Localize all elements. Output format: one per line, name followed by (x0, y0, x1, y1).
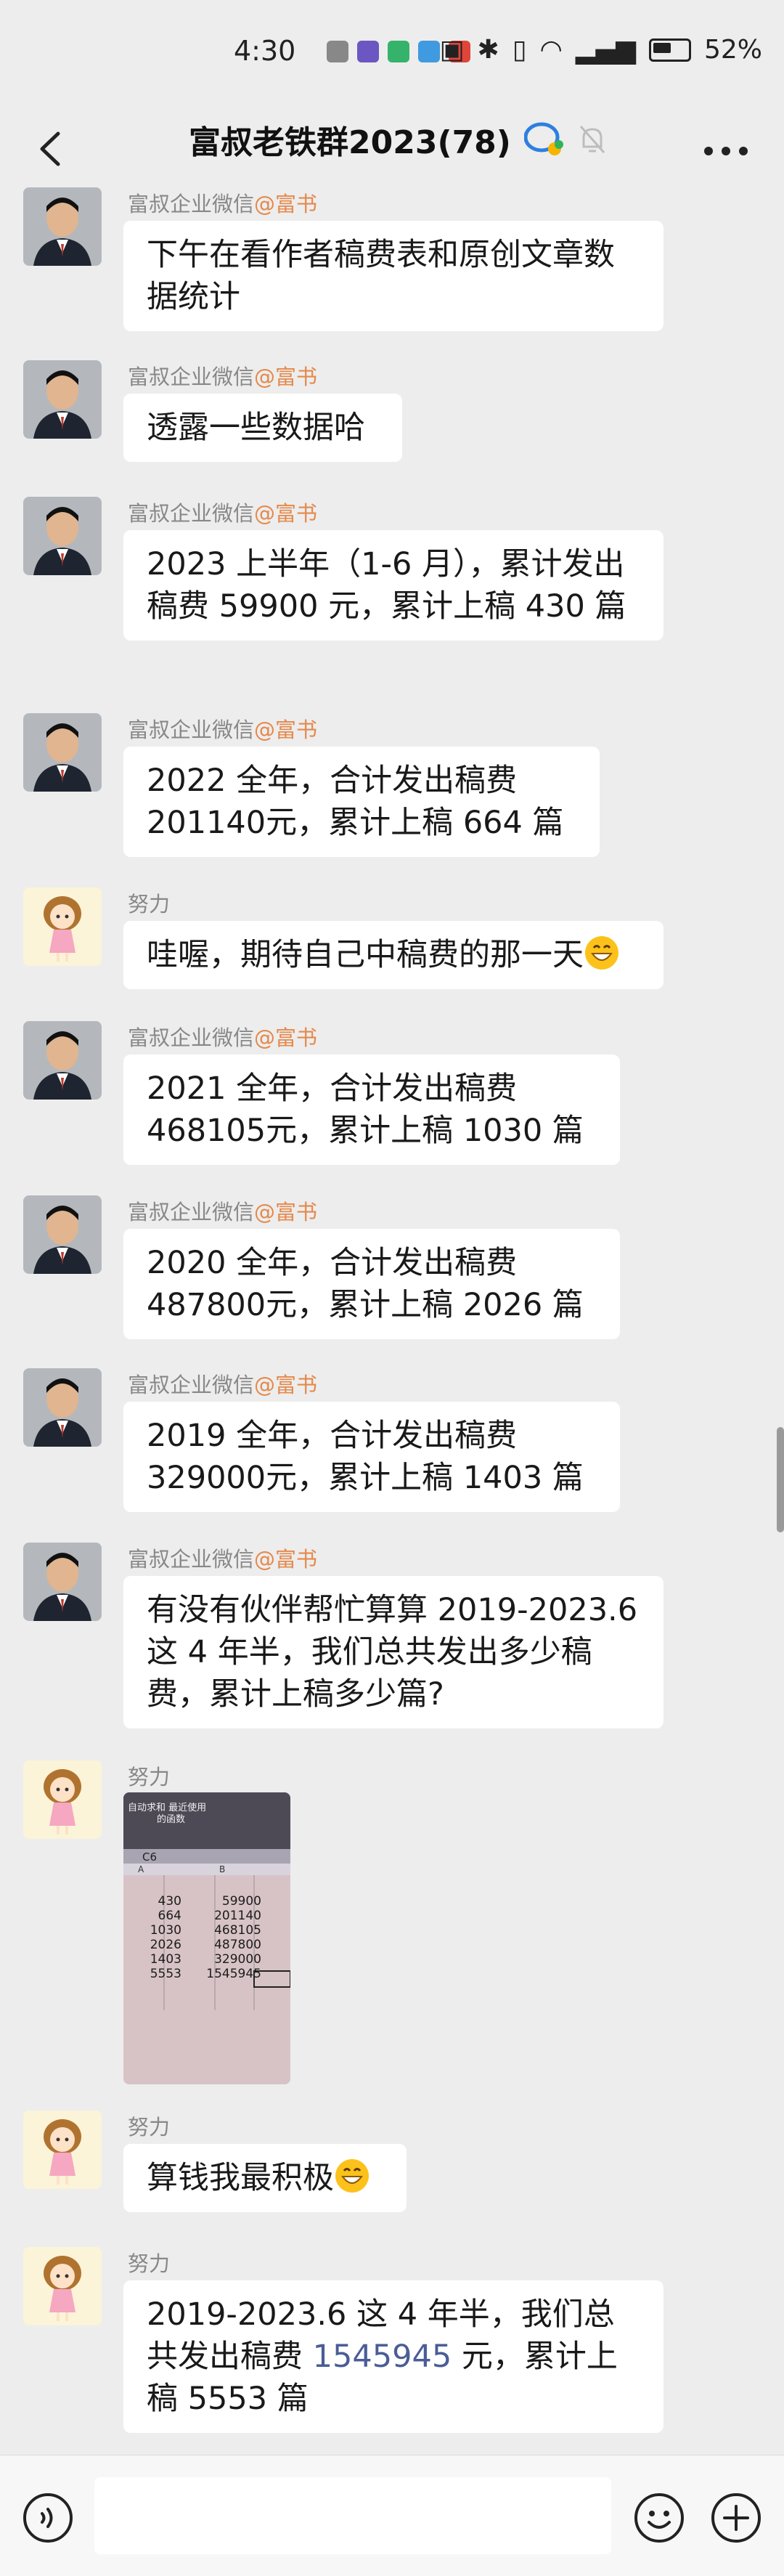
message-bubble[interactable]: 下午在看作者稿费表和原创文章数据统计 (123, 221, 663, 331)
notification-app-icon (327, 41, 348, 62)
sender-name: 富叔企业微信@富书 (128, 501, 318, 526)
more-options-icon[interactable] (697, 129, 755, 173)
avatar-fushu[interactable] (23, 1021, 102, 1100)
back-arrow-icon[interactable] (26, 123, 77, 174)
sender-name: 努力 (128, 892, 171, 917)
sheet-row: 430 59900 (158, 1894, 261, 1909)
sheet-row: 664 201140 (158, 1909, 261, 1923)
input-bar (0, 2455, 784, 2576)
grin-emoji-icon (335, 2159, 369, 2193)
system-indicators: ▣ ✱ ▯ ◠ ▂▄▆ 52% (440, 35, 763, 65)
chat-title: 富叔老铁群2023(78) (189, 124, 511, 161)
message-bubble[interactable]: 算钱我最积极 (123, 2144, 407, 2212)
sender-name: 努力 (128, 2115, 171, 2140)
vibrate-icon: ▯ (512, 35, 527, 65)
message-input[interactable] (94, 2477, 611, 2554)
sheet-row: 1403 329000 (150, 1952, 261, 1967)
message-bubble[interactable]: 2019 全年，合计发出稿费 329000元，累计上稿 1403 篇 (123, 1402, 620, 1512)
message-bubble[interactable]: 2023 上半年（1-6 月），累计发出稿费 59900 元，累计上稿 430 … (123, 530, 663, 641)
status-time: 4:30 (234, 35, 296, 67)
avatar-nuli[interactable] (23, 1760, 102, 1839)
bluetooth-icon: ✱ (477, 35, 499, 65)
sheet-row: 2026 487800 (150, 1938, 261, 1952)
status-bar: 4:30 ▣ ✱ ▯ ◠ ▂▄▆ 52% (0, 0, 784, 107)
avatar-fushu[interactable] (23, 1543, 102, 1621)
toolbar-labels: 自动求和 最近使用 的函数 (128, 1803, 207, 1825)
message-bubble[interactable]: 2019-2023.6 这 4 年半，我们总共发出稿费 1545945 元，累计… (123, 2280, 663, 2433)
message-bubble[interactable]: 透露一些数据哈 (123, 394, 402, 462)
message-bubble[interactable]: 2021 全年，合计发出稿费 468105元，累计上稿 1030 篇 (123, 1055, 620, 1165)
sender-name: 富叔企业微信@富书 (128, 1200, 318, 1224)
avatar-fushu[interactable] (23, 1195, 102, 1274)
avatar-fushu[interactable] (23, 360, 102, 439)
battery-percent: 52% (703, 35, 762, 65)
sender-name: 富叔企业微信@富书 (128, 718, 318, 742)
chat-title-group: 富叔老铁群2023(78) (189, 116, 607, 163)
sheet-row: 1030 468105 (150, 1923, 261, 1938)
scrollbar[interactable] (777, 1427, 784, 1532)
avatar-nuli[interactable] (23, 2247, 102, 2325)
notification-app-icon (388, 41, 409, 62)
sender-name: 富叔企业微信@富书 (128, 365, 318, 389)
sheet-row: 5553 1545945 (150, 1967, 261, 1981)
nfc-icon: ▣ (439, 35, 465, 65)
avatar-nuli[interactable] (23, 2110, 102, 2189)
notification-app-icon (418, 41, 440, 62)
voice-input-icon[interactable] (22, 2492, 74, 2544)
message-bubble[interactable]: 2020 全年，合计发出稿费 487800元，累计上稿 2026 篇 (123, 1229, 620, 1339)
message-bubble[interactable]: 有没有伙伴帮忙算算 2019-2023.6 这 4 年半，我们总共发出多少稿费，… (123, 1576, 663, 1728)
plus-icon[interactable] (710, 2492, 762, 2544)
sender-name: 富叔企业微信@富书 (128, 1025, 318, 1050)
avatar-fushu[interactable] (23, 187, 102, 266)
column-header-b: B (219, 1864, 226, 1874)
grin-emoji-icon (585, 936, 618, 970)
avatar-fushu[interactable] (23, 713, 102, 792)
signal-icon: ▂▄▆ (575, 35, 636, 65)
sender-name: 富叔企业微信@富书 (128, 192, 318, 216)
sender-name: 努力 (128, 2251, 171, 2276)
battery-icon (648, 38, 691, 62)
sheet-rows: 430 59900 664 201140 1030 468105 2026 487800… (123, 1894, 290, 1981)
spreadsheet-photo[interactable]: 自动求和 最近使用 的函数 C6 A B 430 59900 664 201140 1… (123, 1792, 290, 2084)
sender-name: 富叔企业微信@富书 (128, 1373, 318, 1397)
message-bubble[interactable]: 哇喔，期待自己中稿费的那一天 (123, 921, 663, 989)
message-bubble[interactable]: 2022 全年，合计发出稿费 201140元，累计上稿 664 篇 (123, 747, 600, 857)
chat-header: 富叔老铁群2023(78) (0, 107, 784, 195)
mute-bell-icon (579, 126, 605, 153)
avatar-nuli[interactable] (23, 887, 102, 966)
sender-name: 富叔企业微信@富书 (128, 1547, 318, 1572)
wifi-icon: ◠ (539, 35, 563, 65)
cell-reference: C6 (142, 1850, 158, 1864)
amount-highlight: 1545945 (312, 2339, 452, 2375)
sender-name: 努力 (128, 1765, 171, 1789)
column-header-a: A (138, 1864, 144, 1874)
notification-app-icon (357, 41, 379, 62)
wecom-icon (523, 122, 563, 155)
avatar-fushu[interactable] (23, 1368, 102, 1447)
avatar-fushu[interactable] (23, 497, 102, 575)
emoji-icon[interactable] (633, 2492, 685, 2544)
